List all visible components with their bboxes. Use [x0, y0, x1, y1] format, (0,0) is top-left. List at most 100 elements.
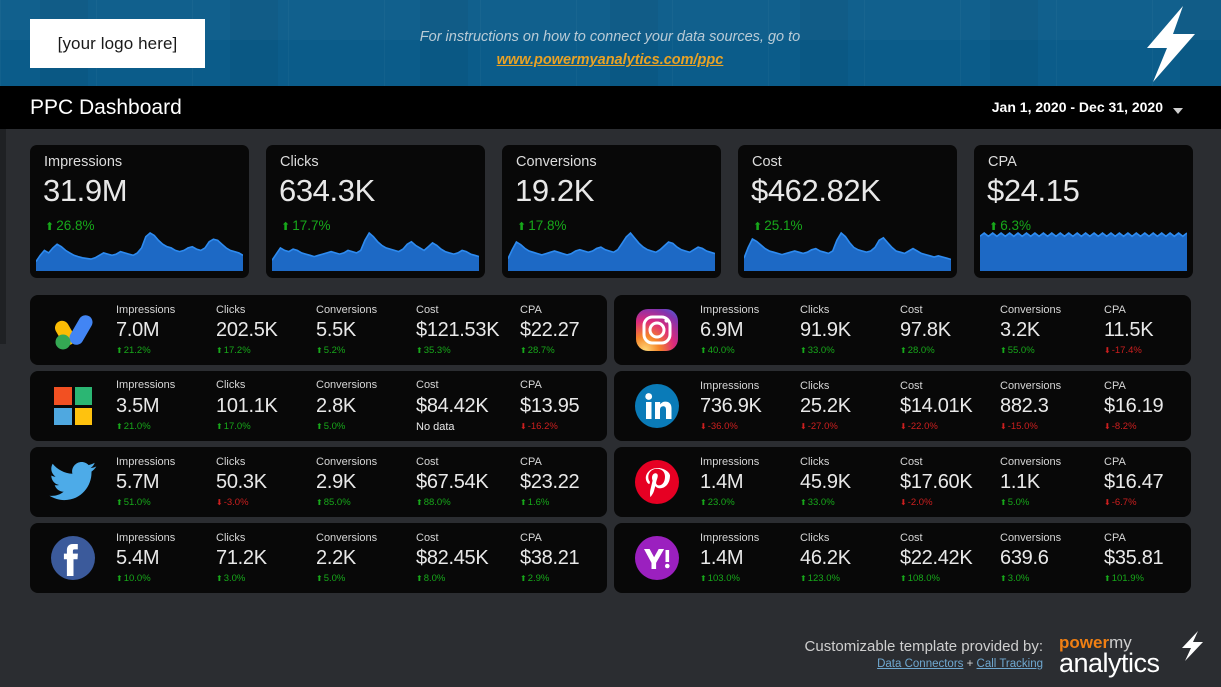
metric-delta-value: 101.9% [1111, 573, 1144, 585]
arrow-up-icon: ⬆ [700, 498, 707, 508]
kpi-card-cost[interactable]: Cost $462.82K ⬆ 25.1% [738, 145, 957, 278]
metric-value: 46.2K [800, 547, 851, 570]
metric-delta-value: 33.0% [807, 345, 835, 357]
metric-conversions: Conversions 1.1K ⬆5.0% [1000, 456, 1104, 508]
banner-instructions-text: For instructions on how to connect your … [419, 29, 801, 45]
metric-value: $38.21 [520, 547, 580, 570]
kpi-sparkline-chart [271, 231, 480, 271]
arrow-up-icon: ⬆ [316, 346, 323, 356]
date-range-value[interactable]: Jan 1, 2020 - Dec 31, 2020 [992, 99, 1163, 115]
footer-text-block: Customizable template provided by: Data … [805, 638, 1043, 670]
kpi-sparkline-chart [743, 231, 952, 271]
platform-card-pinterest[interactable]: Impressions 1.4M ⬆23.0% Clicks 45.9K ⬆33.0% Co… [614, 447, 1191, 517]
metric-conversions: Conversions 639.6 ⬆3.0% [1000, 532, 1104, 584]
metric-impressions: Impressions 5.7M ⬆51.0% [116, 456, 216, 508]
metric-value: $23.22 [520, 471, 580, 494]
platform-card-microsoft-advertising[interactable]: Impressions 3.5M ⬆21.0% Clicks 101.1K ⬆17.0% C… [30, 371, 607, 441]
metric-value: 45.9K [800, 471, 851, 494]
metric-delta: ⬆3.0% [216, 573, 316, 584]
metric-delta: ⬆2.9% [520, 573, 620, 584]
metric-delta: ⬇-27.0% [800, 421, 900, 432]
kpi-card-cpa[interactable]: CPA $24.15 ⬆ 6.3% [974, 145, 1193, 278]
metric-label: Conversions [316, 531, 378, 544]
metric-label: Conversions [1000, 303, 1062, 316]
metric-delta-value: 5.0% [1007, 497, 1030, 509]
metric-delta: ⬆17.2% [216, 345, 316, 356]
metric-delta-value: -15.0% [1007, 421, 1038, 433]
metric-label: Impressions [116, 303, 176, 316]
metric-delta-value: 55.0% [1007, 345, 1035, 357]
metric-label: Cost [900, 379, 923, 392]
metric-value: 5.4M [116, 547, 160, 570]
kpi-card-clicks[interactable]: Clicks 634.3K ⬆ 17.7% [266, 145, 485, 278]
kpi-label: Impressions [44, 154, 123, 170]
arrow-up-icon: ⬆ [800, 346, 807, 356]
microsoft-logo [54, 387, 92, 425]
arrow-up-icon: ⬆ [520, 574, 527, 584]
platform-card-linkedin[interactable]: Impressions 736.9K ⬇-36.0% Clicks 25.2K ⬇-27.… [614, 371, 1191, 441]
metric-value: $13.95 [520, 394, 580, 417]
chevron-down-icon[interactable] [1173, 108, 1183, 114]
lightning-bolt-icon [1182, 631, 1203, 661]
platform-card-grid: Impressions 7.0M ⬆21.2% Clicks 202.5K ⬆17.2% C… [30, 295, 1191, 593]
kpi-card-impressions[interactable]: Impressions 31.9M ⬆ 26.8% [30, 145, 249, 278]
metric-label: Impressions [700, 379, 760, 392]
platform-logo-wrap [614, 535, 700, 581]
metric-delta-value: 51.0% [123, 497, 151, 509]
platform-card-instagram[interactable]: Impressions 6.9M ⬆40.0% Clicks 91.9K ⬆33.0% Co… [614, 295, 1191, 365]
logo-placeholder-box[interactable]: [your logo here] [30, 19, 205, 68]
metric-label: Impressions [700, 455, 760, 468]
metric-label: CPA [520, 531, 542, 544]
arrow-down-icon: ⬇ [800, 422, 807, 432]
linkedin-logo [635, 384, 679, 428]
arrow-down-icon: ⬇ [700, 422, 707, 432]
platform-card-google-ads[interactable]: Impressions 7.0M ⬆21.2% Clicks 202.5K ⬆17.2% C… [30, 295, 607, 365]
metric-label: Clicks [216, 531, 246, 544]
yahoo-logo [635, 536, 679, 580]
arrow-up-icon: ⬆ [1000, 498, 1007, 508]
metric-delta: ⬇-6.7% [1104, 497, 1204, 508]
metric-cost: Cost $22.42K ⬆108.0% [900, 532, 1000, 584]
metric-impressions: Impressions 3.5M ⬆21.0% [116, 379, 216, 432]
metric-delta-value: -3.0% [223, 497, 249, 509]
metric-label: Conversions [1000, 455, 1062, 468]
arrow-up-icon: ⬆ [216, 574, 223, 584]
kpi-card-conversions[interactable]: Conversions 19.2K ⬆ 17.8% [502, 145, 721, 278]
metric-delta: ⬇-8.2% [1104, 421, 1204, 432]
platform-logo-wrap [614, 459, 700, 505]
metric-label: Conversions [316, 303, 378, 316]
metric-label: Impressions [700, 531, 760, 544]
facebook-logo [51, 536, 95, 580]
call-tracking-link[interactable]: Call Tracking [977, 658, 1043, 670]
metric-delta: ⬆35.3% [416, 345, 520, 356]
platform-metrics: Impressions 6.9M ⬆40.0% Clicks 91.9K ⬆33.0% Co… [700, 304, 1210, 356]
platform-card-twitter[interactable]: Impressions 5.7M ⬆51.0% Clicks 50.3K ⬇-3.0% Co… [30, 447, 607, 517]
metric-delta: ⬇-36.0% [700, 421, 800, 432]
platform-card-yahoo[interactable]: Impressions 1.4M ⬆103.0% Clicks 46.2K ⬆123.0%… [614, 523, 1191, 593]
metric-clicks: Clicks 45.9K ⬆33.0% [800, 456, 900, 508]
metric-value: $22.27 [520, 319, 580, 342]
arrow-down-icon: ⬇ [900, 498, 907, 508]
metric-delta-value: 40.0% [707, 345, 735, 357]
metric-cost: Cost 97.8K ⬆28.0% [900, 304, 1000, 356]
arrow-up-icon: ⬆ [416, 498, 423, 508]
metric-cost: Cost $14.01K ⬇-22.0% [900, 380, 1000, 432]
platform-card-facebook[interactable]: Impressions 5.4M ⬆10.0% Clicks 71.2K ⬆3.0% Con… [30, 523, 607, 593]
arrow-up-icon: ⬆ [316, 421, 323, 431]
metric-value: 2.2K [316, 547, 356, 570]
metric-delta: ⬆3.0% [1000, 573, 1104, 584]
data-connectors-link[interactable]: Data Connectors [877, 658, 963, 670]
pinterest-logo [635, 460, 679, 504]
metric-impressions: Impressions 7.0M ⬆21.2% [116, 304, 216, 356]
metric-delta: ⬇-16.2% [520, 421, 620, 432]
lightning-bolt-icon [1147, 6, 1195, 82]
metric-cpa: CPA $35.81 ⬆101.9% [1104, 532, 1204, 584]
platform-metrics: Impressions 1.4M ⬆23.0% Clicks 45.9K ⬆33.0% Co… [700, 456, 1210, 508]
powermyanalytics-link[interactable]: www.powermyanalytics.com/ppc [497, 52, 724, 68]
metric-label: Cost [416, 531, 439, 544]
platform-logo-wrap [30, 535, 116, 581]
metric-delta-value: 21.0% [123, 420, 151, 432]
brand-analytics: analytics [1059, 648, 1160, 678]
metric-delta-value: 5.0% [323, 420, 346, 432]
kpi-label: Cost [752, 154, 782, 170]
